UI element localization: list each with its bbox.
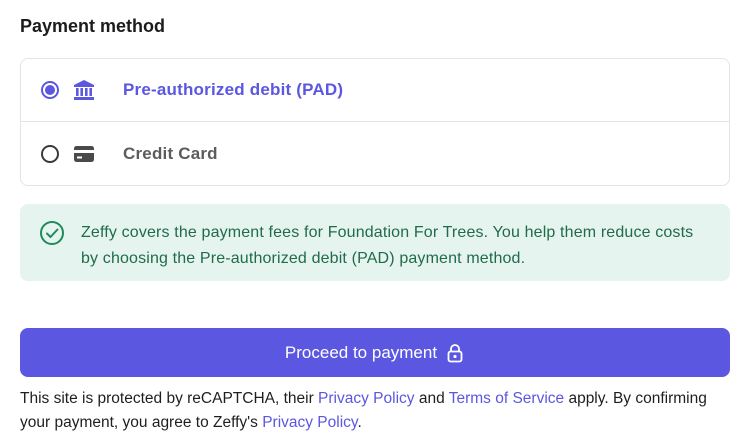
legal-text-part: This site is protected by reCAPTCHA, the… — [20, 390, 319, 407]
notice-text: Zeffy covers the payment fees for Founda… — [81, 224, 694, 267]
terms-of-service-link[interactable]: Terms of Service — [449, 390, 564, 407]
section-title: Payment method — [20, 16, 166, 36]
legal-text: This site is protected by reCAPTCHA, the… — [20, 387, 730, 435]
payment-option-label: Pre-authorized debit (PAD) — [123, 80, 344, 99]
bank-icon — [72, 78, 96, 102]
check-circle-icon — [39, 220, 65, 246]
privacy-policy-link[interactable]: Privacy Policy — [318, 390, 414, 407]
fee-notice: Zeffy covers the payment fees for Founda… — [20, 204, 730, 281]
payment-option-label: Credit Card — [123, 143, 218, 163]
lock-icon — [445, 343, 465, 363]
payment-option-credit-card[interactable]: Credit Card — [21, 122, 729, 185]
payment-method-panel: Payment method Pre-authorized debit (PAD… — [0, 0, 750, 443]
zeffy-privacy-policy-link[interactable]: Privacy Policy — [262, 414, 357, 431]
credit-card-icon — [72, 142, 96, 166]
radio-unselected[interactable] — [41, 144, 59, 163]
payment-option-pad[interactable]: Pre-authorized debit (PAD) — [21, 59, 729, 122]
legal-text-part: . — [357, 414, 362, 431]
proceed-button-label: Proceed to payment — [284, 342, 438, 362]
legal-text-part: and — [414, 390, 449, 407]
proceed-to-payment-button[interactable]: Proceed to payment — [20, 328, 730, 377]
payment-options-list: Pre-authorized debit (PAD) Credit Card — [20, 58, 730, 186]
radio-selected[interactable] — [41, 81, 59, 99]
